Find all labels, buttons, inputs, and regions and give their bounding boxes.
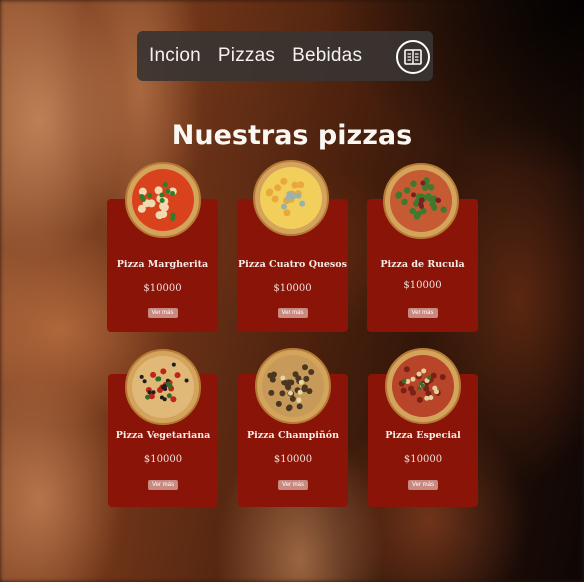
- pizza-name: Pizza Margherita: [116, 259, 209, 270]
- ver-mas-button[interactable]: Ver más: [147, 308, 178, 318]
- pizza-price: $10000: [143, 454, 183, 465]
- pizza-image: [385, 348, 461, 424]
- pizza-image: [125, 349, 201, 425]
- ver-mas-button[interactable]: Ver más: [147, 480, 179, 490]
- pizza-image: [125, 162, 201, 238]
- top-nav: Incion Pizzas Bebidas: [137, 31, 433, 81]
- nav-link-pizzas[interactable]: Pizzas: [218, 45, 275, 67]
- pizza-image: [383, 163, 459, 239]
- pizza-price: $10000: [143, 283, 182, 294]
- background-shadow: [324, 0, 584, 180]
- pizza-price: $10000: [273, 283, 312, 294]
- pizza-name: Pizza de Rucula: [380, 259, 465, 270]
- pizza-image: [255, 348, 331, 424]
- menu-book-icon: [404, 49, 422, 65]
- page-title: Nuestras pizzas: [171, 120, 413, 151]
- pizza-name: Pizza Vegetariana: [115, 430, 211, 441]
- ver-mas-button[interactable]: Ver más: [407, 480, 439, 490]
- ver-mas-button[interactable]: Ver más: [277, 480, 309, 490]
- ver-mas-button[interactable]: Ver más: [277, 308, 308, 318]
- pizza-name: Pizza Especial: [385, 430, 461, 441]
- nav-link-bebidas[interactable]: Bebidas: [292, 45, 362, 67]
- pizza-price: $10000: [403, 280, 442, 291]
- pizza-name: Pizza Champiñón: [246, 430, 340, 441]
- pizza-name: Pizza Cuatro Quesos: [238, 259, 347, 270]
- pizza-image: [253, 160, 329, 236]
- ver-mas-button[interactable]: Ver más: [407, 308, 438, 318]
- pizza-price: $10000: [273, 454, 313, 465]
- pizza-price: $10000: [403, 454, 443, 465]
- nav-link-inicio[interactable]: Incion: [149, 45, 201, 67]
- menu-button[interactable]: [396, 40, 430, 74]
